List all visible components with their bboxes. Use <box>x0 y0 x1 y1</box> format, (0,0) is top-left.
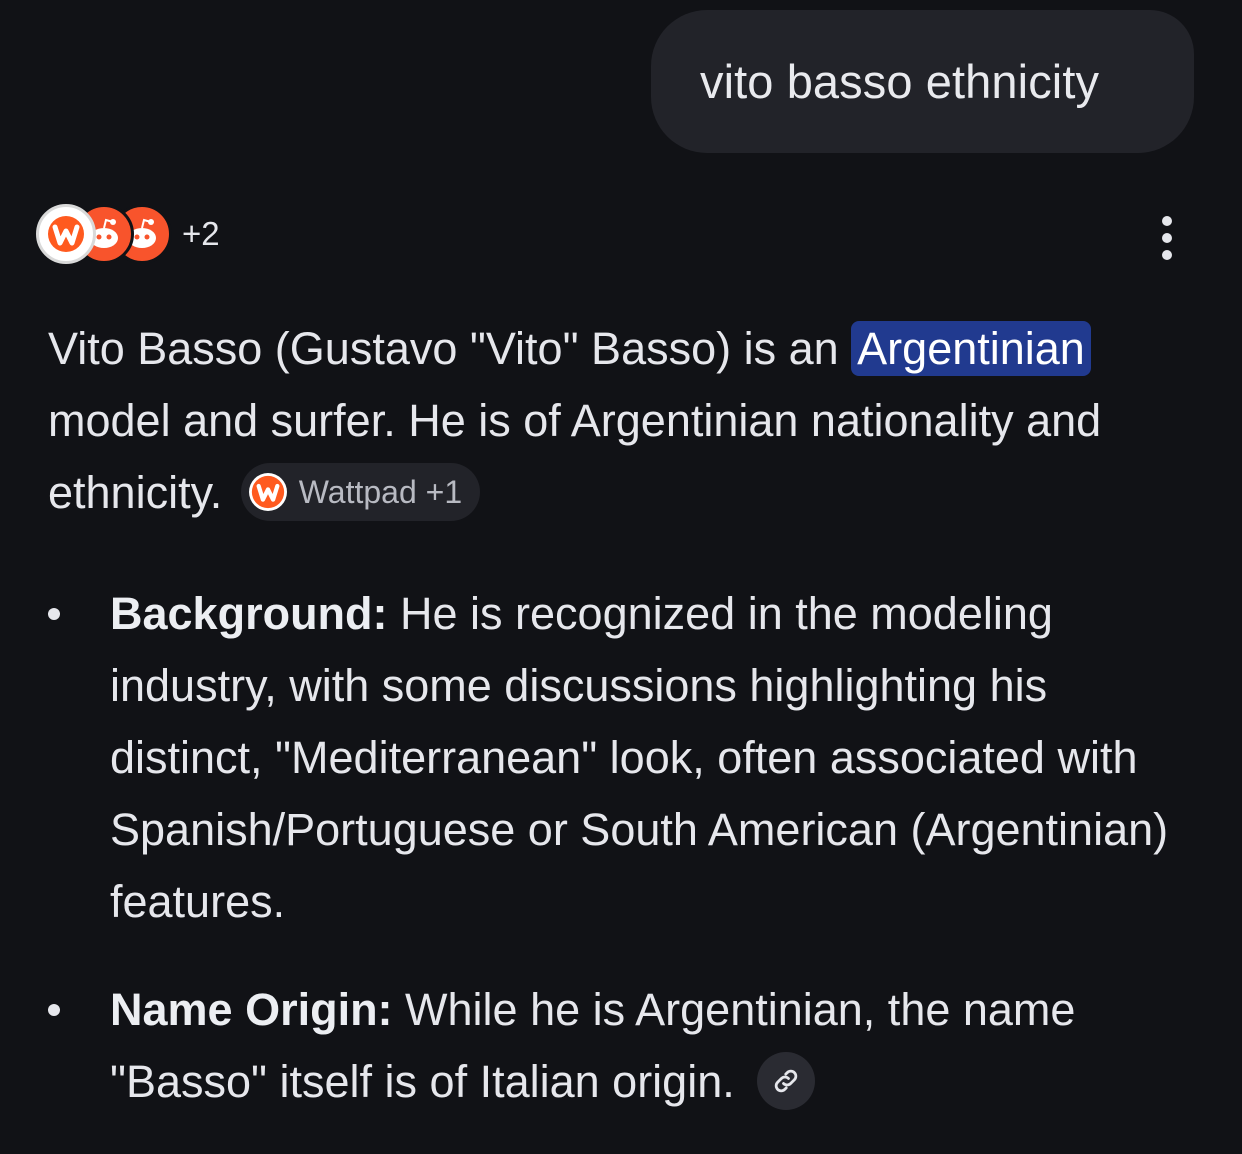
wattpad-icon[interactable] <box>36 204 96 264</box>
sources-more-count[interactable]: +2 <box>182 215 220 253</box>
user-query-bubble: vito basso ethnicity <box>651 10 1194 153</box>
highlighted-term[interactable]: Argentinian <box>851 321 1091 376</box>
bullet-title: Background: <box>110 588 388 639</box>
answer-paragraph: Vito Basso (Gustavo "Vito" Basso) is an … <box>48 313 1208 529</box>
citation-chip[interactable]: Wattpad +1 <box>240 463 481 522</box>
answer-intro-before: Vito Basso (Gustavo "Vito" Basso) is an <box>48 323 852 374</box>
answer-bullet-list: Background: He is recognized in the mode… <box>48 578 1208 1154</box>
source-link-button[interactable] <box>757 1052 816 1111</box>
bullet-dot <box>48 608 60 620</box>
list-item: Name Origin: While he is Argentinian, th… <box>48 974 1208 1118</box>
bullet-dot <box>48 1004 60 1016</box>
list-item: Background: He is recognized in the mode… <box>48 578 1208 938</box>
more-vert-icon <box>1162 216 1172 226</box>
citation-chip-label: Wattpad +1 <box>298 474 463 511</box>
wattpad-icon <box>248 473 287 512</box>
answer-intro-after: model and surfer. He is of Argentinian n… <box>48 395 1102 518</box>
link-icon <box>775 1069 798 1093</box>
user-query-text: vito basso ethnicity <box>700 55 1100 108</box>
bullet-title: Name Origin: <box>110 984 393 1035</box>
sources-row[interactable]: +2 <box>36 202 220 266</box>
more-options-button[interactable] <box>1145 210 1189 266</box>
